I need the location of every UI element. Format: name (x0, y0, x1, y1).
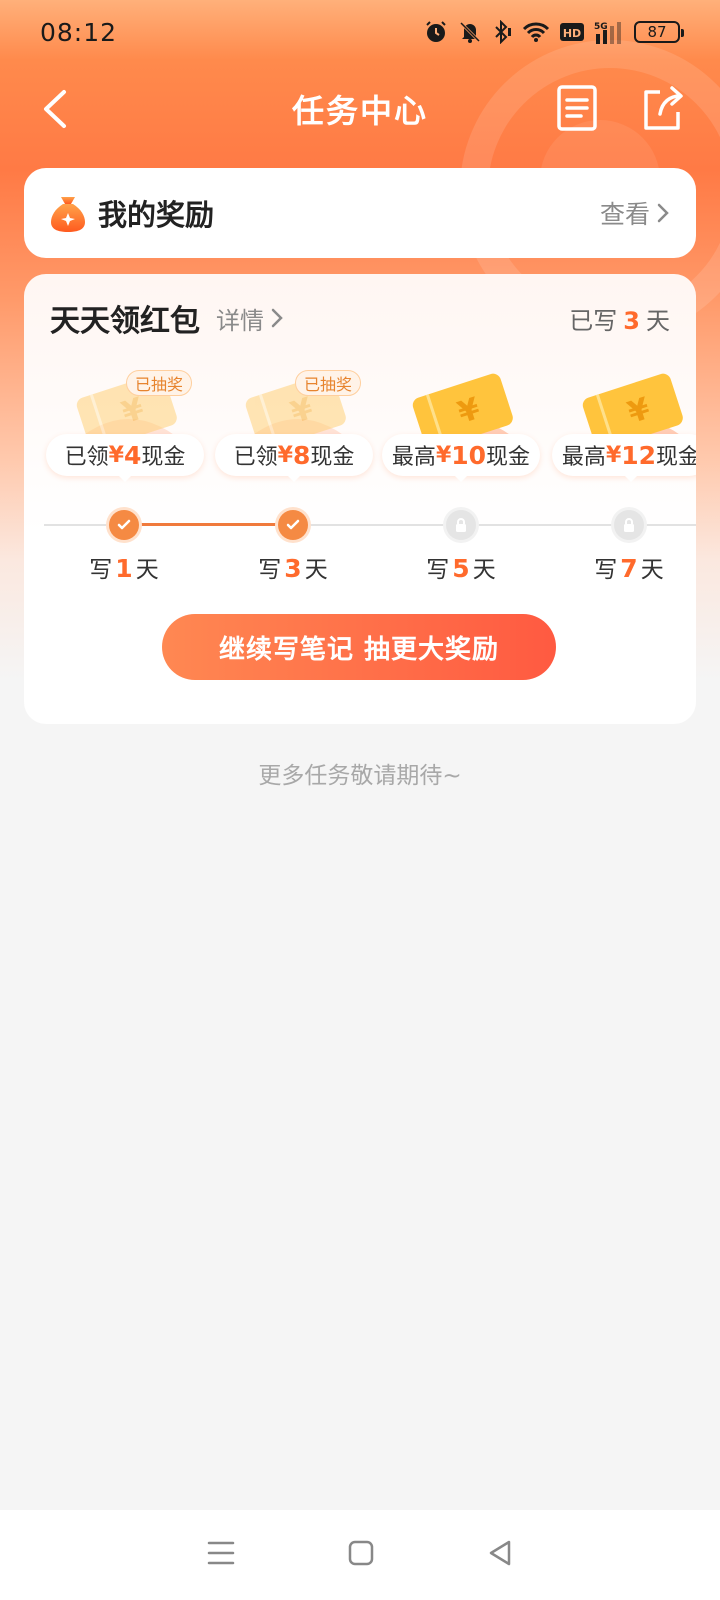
drawn-badge: 已抽奖 (295, 370, 362, 396)
coupon-amount: 12 (621, 440, 657, 470)
coupon-currency: ¥ (108, 442, 124, 468)
day-prefix: 写 (89, 557, 113, 583)
chevron-right-icon (271, 308, 283, 328)
coupon-suffix: 现金 (310, 445, 355, 470)
status-time: 08:12 (40, 17, 118, 47)
wifi-icon (522, 22, 550, 42)
days-written-prefix: 已写 (569, 306, 618, 335)
day-prefix: 写 (594, 557, 618, 583)
days-written-value: 3 (623, 306, 640, 335)
mute-icon (459, 21, 481, 43)
day-label: 写5天 (416, 550, 506, 584)
day-prefix: 写 (426, 557, 450, 583)
days-written-counter: 已写 3 天 (569, 301, 670, 336)
chevron-left-icon[interactable] (34, 84, 84, 134)
drawn-badge: 已抽奖 (126, 370, 193, 396)
money-bag-icon (51, 197, 85, 232)
share-icon[interactable] (640, 84, 686, 132)
progress-line-filled (124, 523, 294, 526)
status-icons: HD 5G 87 (424, 20, 684, 44)
coupon-amount: 10 (451, 440, 487, 470)
progress-day-labels: 写1天 写3天 写5天 写7天 (24, 550, 696, 584)
coupon-pointer (453, 474, 469, 482)
details-link[interactable]: 详情 (216, 301, 284, 336)
days-written-suffix: 天 (646, 306, 670, 335)
reward-coupon-list: ¥ 已抽奖 已领 ¥4 现金 ¥ 已抽奖 已领 ¥8 现金 ¥ 最高 ¥ 10 … (24, 366, 696, 496)
details-label: 详情 (216, 306, 264, 335)
reward-coupon[interactable]: ¥ 最高 ¥12 现金 (552, 366, 696, 496)
day-prefix: 写 (258, 557, 282, 583)
app-header: 任务中心 (0, 64, 720, 154)
coupon-currency: ¥ (605, 442, 622, 468)
coupon-amount: 8 (292, 440, 311, 470)
system-nav-bar (0, 1510, 720, 1600)
view-rewards-link[interactable]: 查看 (600, 195, 670, 231)
my-rewards-title: 我的奖励 (98, 198, 215, 232)
home-square-icon[interactable] (347, 1539, 375, 1571)
day-number: 3 (284, 554, 302, 583)
lock-icon (614, 510, 644, 540)
coupon-currency: ¥ (435, 442, 452, 468)
day-number: 1 (115, 554, 133, 583)
coupon-pointer (117, 474, 133, 482)
alarm-icon (426, 21, 446, 42)
continue-writing-button[interactable]: 继续写笔记 抽更大奖励 (162, 614, 556, 680)
bluetooth-icon (495, 20, 511, 44)
coupon-label: 已领 ¥8 现金 (215, 434, 373, 476)
reward-coupon[interactable]: ¥ 最高 ¥10 现金 (382, 366, 540, 496)
status-bar: 08:12 HD 5G 87 (0, 0, 720, 64)
day-suffix: 天 (640, 557, 664, 583)
coupon-label: 最高 ¥12 现金 (552, 434, 696, 476)
coupon-label: 最高 ¥10 现金 (382, 434, 540, 476)
check-icon (109, 510, 139, 540)
coupon-currency: ¥ (277, 442, 293, 468)
day-number: 5 (452, 554, 470, 583)
progress-track (24, 510, 696, 540)
reward-coupon[interactable]: ¥ 已抽奖 已领 ¥4 现金 (46, 366, 204, 496)
day-suffix: 天 (472, 557, 496, 583)
hd-icon: HD (560, 23, 584, 41)
svg-text:HD: HD (563, 27, 581, 40)
battery-level: 87 (647, 23, 667, 41)
more-tasks-note: 更多任务敬请期待~ (258, 763, 462, 789)
check-icon (278, 510, 308, 540)
day-label: 写1天 (79, 550, 169, 584)
coupon-suffix: 现金 (141, 445, 186, 470)
coupon-prefix: 已领 (233, 445, 278, 470)
coupon-amount: 4 (123, 440, 142, 470)
coupon-suffix: 现金 (486, 445, 531, 470)
day-label: 写7天 (584, 550, 674, 584)
coupon-label: 已领 ¥4 现金 (46, 434, 204, 476)
back-triangle-icon[interactable] (486, 1539, 514, 1571)
reward-coupon[interactable]: ¥ 已抽奖 已领 ¥8 现金 (215, 366, 373, 496)
coupon-prefix: 已领 (64, 445, 109, 470)
coupon-suffix: 现金 (656, 445, 696, 470)
coupon-prefix: 最高 (391, 445, 436, 470)
battery-icon: 87 (634, 21, 684, 43)
day-number: 7 (620, 554, 638, 583)
view-rewards-label: 查看 (599, 200, 650, 229)
page-title: 任务中心 (291, 92, 428, 130)
day-label: 写3天 (248, 550, 338, 584)
coupon-pointer (623, 474, 639, 482)
daily-card-header: 天天领红包 详情 已写 3 天 (50, 298, 670, 339)
document-icon[interactable] (556, 84, 600, 132)
coupon-pointer (286, 474, 302, 482)
daily-red-packet-card: 天天领红包 详情 已写 3 天 ¥ 已抽奖 已领 ¥4 现金 ¥ 已抽奖 已领 … (24, 274, 696, 724)
my-rewards-card[interactable]: 我的奖励 查看 (24, 168, 696, 258)
day-suffix: 天 (304, 557, 328, 583)
day-suffix: 天 (135, 557, 159, 583)
daily-card-title: 天天领红包 (50, 304, 200, 339)
signal-5g-icon: 5G (594, 22, 621, 44)
menu-icon[interactable] (206, 1539, 236, 1571)
chevron-right-icon (657, 203, 669, 223)
coupon-prefix: 最高 (561, 445, 606, 470)
lock-icon (446, 510, 476, 540)
